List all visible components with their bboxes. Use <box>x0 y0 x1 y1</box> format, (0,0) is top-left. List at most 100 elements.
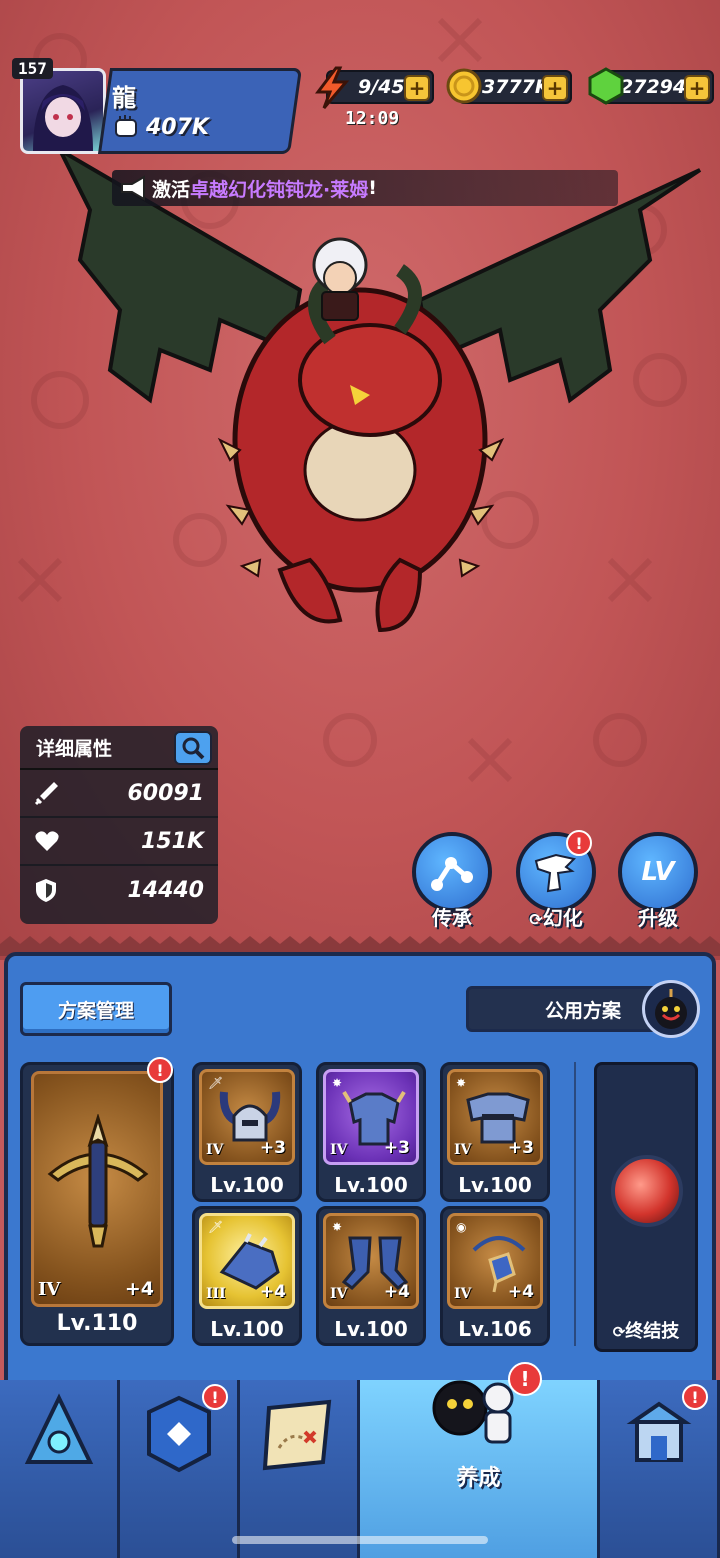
equipment-level: Lv.100 <box>334 1173 408 1197</box>
combat-power-value: 407K <box>146 114 209 140</box>
public-plan-avatar-icon[interactable] <box>642 980 700 1038</box>
equipment-level: Lv.100 <box>210 1173 284 1197</box>
transform-label-text: 幻化 <box>542 906 583 930</box>
nav-shop-alert-badge: ! <box>682 1384 708 1410</box>
equipment-level: Lv.100 <box>210 1317 284 1341</box>
equipment-tile[interactable]: 🗡 IV +3 <box>199 1069 295 1165</box>
health-value: 151K <box>141 828 204 854</box>
add-gold-button[interactable]: + <box>542 75 568 101</box>
nav-tab-growth[interactable]: 养成 ! <box>360 1362 600 1558</box>
equipment-tile[interactable]: ◉ IV +4 <box>447 1213 543 1309</box>
equipment-enhance: +3 <box>383 1138 410 1158</box>
nav-growth-label: 养成 <box>456 1466 501 1491</box>
inherit-circle[interactable] <box>412 832 492 912</box>
add-energy-button[interactable]: + <box>404 75 430 101</box>
equipment-enhance: +4 <box>507 1282 534 1302</box>
avatar-portrait <box>33 85 93 151</box>
crossbow-icon <box>47 1114 149 1248</box>
green-gem-icon <box>588 67 624 105</box>
ultimate-skill-label: ⟳终结技 <box>597 1317 695 1343</box>
share-nodes-icon <box>431 857 473 891</box>
attack-stat-row: 60091 <box>20 770 218 818</box>
ultimate-skill-orb-icon[interactable] <box>611 1155 683 1227</box>
gem-counter: 27294 + <box>588 67 714 105</box>
equipment-tier: III <box>206 1286 226 1302</box>
defense-value: 14440 <box>127 877 204 903</box>
announcement-suffix: ! <box>368 177 377 199</box>
nav-tab-crystal[interactable] <box>0 1380 120 1558</box>
bomb-creature-icon <box>655 989 687 1029</box>
inherit-label: 传承 <box>432 906 472 930</box>
stats-title: 详细属性 <box>36 737 113 760</box>
lightning-icon <box>315 66 350 109</box>
helmet-icon <box>219 1091 281 1142</box>
equipment-level: Lv.100 <box>458 1173 532 1197</box>
equipment-slot-gauntlet[interactable]: 🗡 III +4 Lv.100 <box>192 1206 302 1346</box>
map-icon <box>262 1399 331 1471</box>
plan-management-button[interactable]: 方案管理 <box>20 982 172 1036</box>
level-up-icon: LV <box>641 857 675 887</box>
equipment-tile[interactable]: 🗡 III +4 <box>199 1213 295 1309</box>
equipment-tier: IV <box>206 1142 224 1158</box>
equipment-slot-armor[interactable]: ✸ IV +3 Lv.100 <box>316 1062 426 1202</box>
ultimate-skill-slot[interactable]: ⟳终结技 <box>594 1062 698 1352</box>
refresh-icon: ⟳ <box>529 910 543 929</box>
announcement-banner: 激活 卓越幻化钝钝龙·莱姆 ! <box>112 170 618 206</box>
equipment-enhance: +4 <box>259 1282 286 1302</box>
announcement-highlight: 卓越幻化钝钝龙·莱姆 <box>190 178 369 201</box>
search-icon <box>182 737 205 760</box>
equipment-tier: IV <box>330 1286 348 1302</box>
energy-timer: 12:09 <box>345 108 400 129</box>
rider-character <box>312 237 368 321</box>
stats-search-button[interactable] <box>174 731 212 765</box>
main-weapon-alert-badge: ! <box>147 1057 173 1083</box>
fist-icon <box>115 115 137 137</box>
equipment-slot-amulet[interactable]: ◉ IV +4 Lv.106 <box>440 1206 550 1346</box>
nav-cards-alert-badge: ! <box>202 1384 228 1410</box>
bottom-navigation: ! 养成 ! ! <box>0 1362 720 1558</box>
ultimate-skill-text: 终结技 <box>625 1321 680 1342</box>
equipment-tile[interactable]: ✸ IV +3 <box>323 1069 419 1165</box>
energy-counter: 9/45 + <box>315 66 434 109</box>
dragon-mount-illustration <box>57 150 702 633</box>
equipment-enhance: +3 <box>507 1138 534 1158</box>
equipment-tile[interactable]: ✸ IV +4 <box>323 1213 419 1309</box>
player-name: 龍 <box>112 84 136 112</box>
nav-tab-map[interactable] <box>240 1380 360 1558</box>
crystal-icon <box>24 1393 93 1464</box>
megaphone-icon <box>121 175 145 201</box>
equipment-tier: IV <box>454 1286 472 1302</box>
combat-power: 407K <box>112 114 209 140</box>
upgrade-button[interactable]: LV 升级 <box>616 832 700 931</box>
main-weapon-slot[interactable]: IV +4 Lv.110 ! <box>20 1057 174 1346</box>
inherit-button[interactable]: 传承 <box>410 832 494 931</box>
sword-icon <box>34 782 58 806</box>
health-stat-row: 151K <box>20 818 218 866</box>
gold-counter: 3777K + <box>446 68 572 104</box>
defense-stat-row: 14440 <box>20 866 218 914</box>
main-weapon-tile[interactable]: IV +4 <box>31 1071 163 1307</box>
refresh-icon: ⟳ <box>612 1323 626 1341</box>
detailed-stats-panel: 详细属性 60091 151K 14440 <box>20 726 218 924</box>
main-weapon-enhance: +4 <box>124 1278 154 1300</box>
upgrade-circle[interactable]: LV <box>618 832 698 912</box>
equipment-tier: IV <box>454 1142 472 1158</box>
nav-tab-cards[interactable]: ! <box>120 1380 240 1558</box>
avatar[interactable] <box>20 68 106 154</box>
heart-icon <box>35 831 59 851</box>
panel-divider <box>574 1062 576 1346</box>
equipment-slot-greaves[interactable]: ✸ IV +4 Lv.100 <box>316 1206 426 1346</box>
nav-tab-shop[interactable]: ! <box>600 1380 720 1558</box>
equipment-level: Lv.106 <box>458 1317 532 1341</box>
player-avatar-frame[interactable] <box>18 66 108 156</box>
main-weapon-tier: IV <box>38 1279 61 1300</box>
equipment-slot-helmet[interactable]: 🗡 IV +3 Lv.100 <box>192 1062 302 1202</box>
equipment-slot-shoulder[interactable]: ✸ IV +3 Lv.100 <box>440 1062 550 1202</box>
gold-coin-icon <box>446 68 482 104</box>
transform-button[interactable]: ⟳幻化 ! <box>514 830 598 931</box>
nav-growth-alert-badge: ! <box>508 1362 542 1396</box>
home-indicator <box>232 1536 488 1544</box>
add-gems-button[interactable]: + <box>684 75 710 101</box>
equipment-tile[interactable]: ✸ IV +3 <box>447 1069 543 1165</box>
upgrade-label: 升级 <box>638 906 678 930</box>
